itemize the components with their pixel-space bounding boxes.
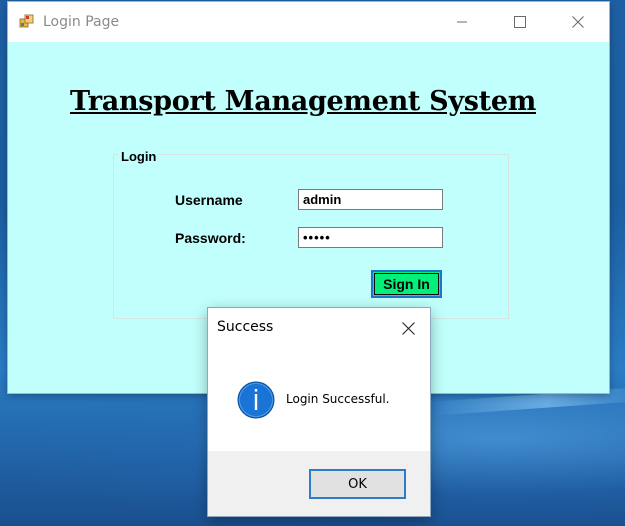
maximize-button[interactable] [497, 2, 543, 42]
minimize-icon [457, 21, 467, 23]
login-group-label: Login [118, 149, 160, 164]
info-icon [237, 381, 275, 419]
username-input[interactable]: admin [298, 189, 443, 210]
maximize-icon [514, 16, 526, 28]
close-button[interactable] [555, 2, 601, 42]
sign-in-button[interactable]: Sign In [371, 270, 442, 298]
password-label: Password: [175, 230, 246, 246]
page-title: Transport Management System [70, 86, 536, 117]
app-icon [19, 14, 34, 28]
dialog-footer: OK [208, 451, 430, 516]
username-label: Username [175, 192, 243, 208]
dialog-message: Login Successful. [286, 392, 390, 406]
close-icon [572, 16, 584, 28]
password-input[interactable]: ••••• [298, 227, 443, 248]
window-title: Login Page [43, 14, 120, 30]
close-icon [401, 321, 415, 335]
minimize-button[interactable] [439, 2, 485, 42]
ok-button[interactable]: OK [309, 469, 406, 499]
success-dialog: Success Login Successful. OK [208, 308, 430, 516]
window-titlebar[interactable]: Login Page [8, 2, 609, 42]
dialog-title: Success [217, 319, 274, 335]
dialog-close-button[interactable] [394, 314, 422, 342]
